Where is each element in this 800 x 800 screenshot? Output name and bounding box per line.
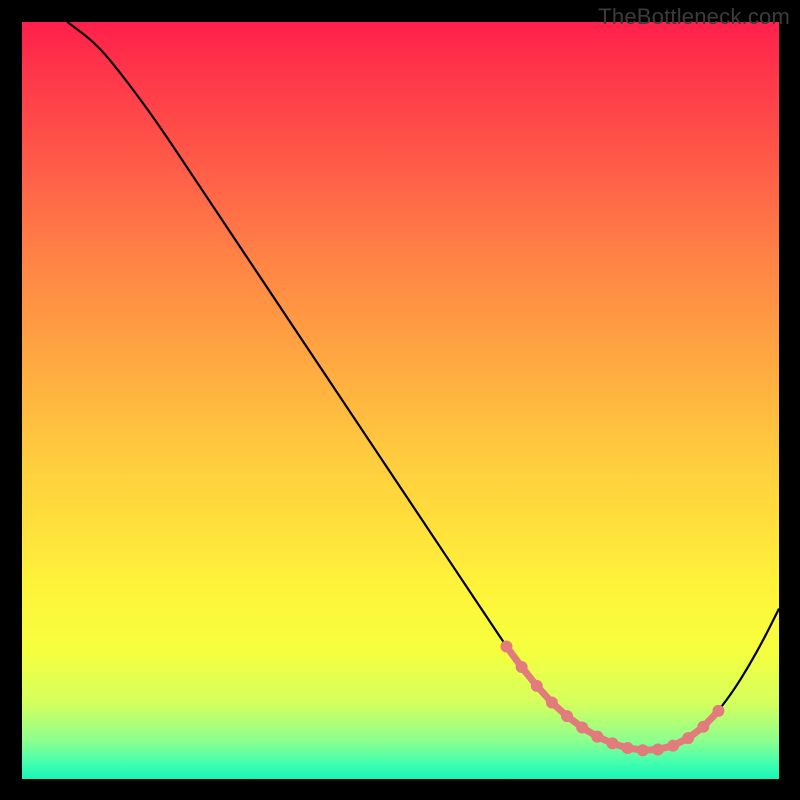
marker-dot bbox=[561, 710, 573, 722]
marker-dot bbox=[712, 705, 724, 717]
marker-dot bbox=[500, 641, 512, 653]
bottleneck-curve-svg bbox=[22, 22, 779, 779]
marker-dot bbox=[682, 732, 694, 744]
optimal-region-markers bbox=[500, 641, 724, 757]
marker-dot bbox=[531, 680, 543, 692]
marker-dot bbox=[576, 722, 588, 734]
marker-dot bbox=[637, 744, 649, 756]
watermark-text: TheBottleneck.com bbox=[598, 4, 790, 30]
marker-dot bbox=[697, 721, 709, 733]
marker-dot bbox=[516, 661, 528, 673]
marker-dot bbox=[606, 737, 618, 749]
marker-dot bbox=[591, 731, 603, 743]
bottleneck-curve-path bbox=[67, 22, 779, 750]
marker-dot bbox=[652, 743, 664, 755]
marker-dot bbox=[622, 742, 634, 754]
chart-plot-area bbox=[22, 22, 779, 779]
marker-dot bbox=[546, 697, 558, 709]
marker-dot bbox=[667, 740, 679, 752]
